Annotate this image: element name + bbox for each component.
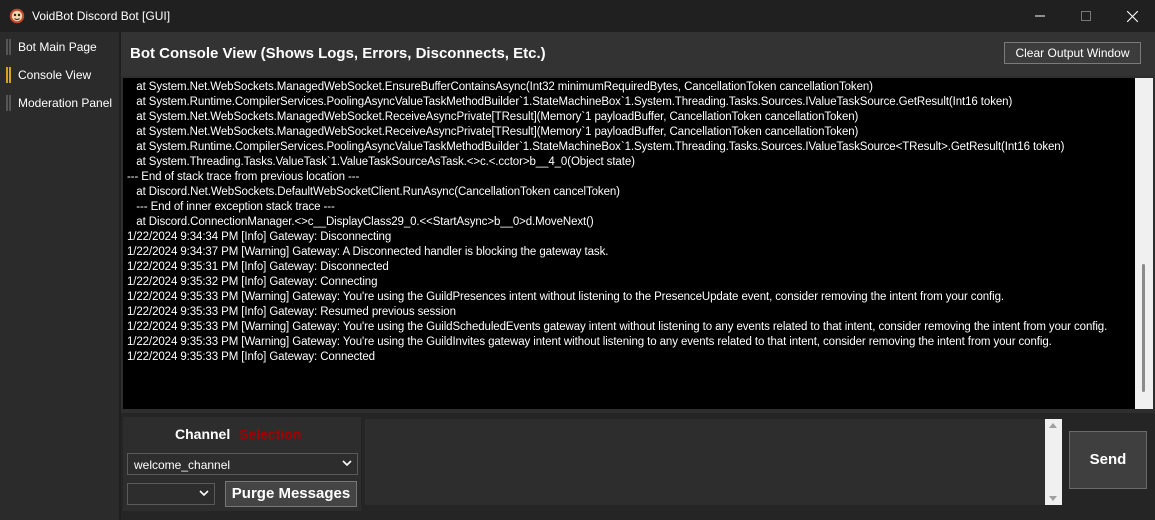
console-header: Bot Console View (Shows Logs, Errors, Di… [121,32,1155,76]
chevron-down-icon [199,490,209,497]
log-line: at System.Net.WebSockets.ManagedWebSocke… [127,126,859,138]
secondary-select[interactable] [127,483,215,505]
nav-indicator [6,67,11,83]
nav-indicator [6,39,11,55]
channel-select-value: welcome_channel [134,458,231,472]
message-input[interactable] [365,419,1062,505]
minimize-icon [1035,15,1045,17]
sidebar-item-label: Moderation Panel [18,96,113,110]
channel-select[interactable]: welcome_channel [127,453,358,475]
sidebar-item-label: Console View [18,68,92,82]
scrollbar-thumb[interactable] [1142,264,1145,392]
log-line: at System.Net.WebSockets.ManagedWebSocke… [127,81,873,93]
log-line: 1/22/2024 9:35:33 PM [Warning] Gateway: … [127,291,1004,303]
log-line: 1/22/2024 9:34:34 PM [Info] Gateway: Dis… [127,231,392,243]
log-line: 1/22/2024 9:35:33 PM [Info] Gateway: Res… [127,306,456,318]
selection-label: Selection [239,426,302,442]
log-line: at Discord.Net.WebSockets.DefaultWebSock… [127,186,620,198]
maximize-icon [1081,11,1091,21]
console-title: Bot Console View (Shows Logs, Errors, Di… [130,45,546,62]
sidebar-item-console-view[interactable]: Console View [0,62,119,88]
log-line: 1/22/2024 9:35:33 PM [Warning] Gateway: … [127,321,1108,333]
log-line: --- End of inner exception stack trace -… [127,201,335,213]
title-bar: VoidBot Discord Bot [GUI] [0,0,1155,32]
log-line: --- End of stack trace from previous loc… [127,171,360,183]
log-line: 1/22/2024 9:35:32 PM [Info] Gateway: Con… [127,276,378,288]
bottom-panel: Channel Selection welcome_channel Purge … [121,413,1155,520]
console-scrollbar[interactable] [1135,78,1153,409]
channel-panel: Channel Selection welcome_channel Purge … [123,417,361,511]
message-scrollbar[interactable] [1045,419,1062,505]
send-button[interactable]: Send [1069,431,1147,489]
main-panel: Bot Console View (Shows Logs, Errors, Di… [121,32,1155,520]
purge-messages-button[interactable]: Purge Messages [225,481,357,507]
chevron-down-icon [342,460,352,467]
log-line: at System.Runtime.CompilerServices.Pooli… [127,96,1013,108]
sidebar-item-bot-main-page[interactable]: Bot Main Page [0,34,119,60]
window-title: VoidBot Discord Bot [GUI] [32,9,171,23]
minimize-button[interactable] [1017,0,1063,32]
console-log-text: at System.Net.WebSockets.ManagedWebSocke… [127,80,1135,407]
log-line: 1/22/2024 9:34:37 PM [Warning] Gateway: … [127,246,609,258]
console-output[interactable]: at System.Net.WebSockets.ManagedWebSocke… [123,78,1153,409]
clear-output-button[interactable]: Clear Output Window [1004,42,1141,64]
sidebar-item-label: Bot Main Page [18,40,97,54]
log-line: at System.Net.WebSockets.ManagedWebSocke… [127,111,859,123]
log-line: at System.Threading.Tasks.ValueTask`1.Va… [127,156,635,168]
scroll-up-icon[interactable] [1049,423,1057,428]
log-line: at System.Runtime.CompilerServices.Pooli… [127,141,1065,153]
maximize-button[interactable] [1063,0,1109,32]
voidbot-logo-icon [9,8,25,24]
close-icon [1126,10,1138,22]
log-line: 1/22/2024 9:35:33 PM [Info] Gateway: Con… [127,351,375,363]
log-line: 1/22/2024 9:35:33 PM [Warning] Gateway: … [127,336,1052,348]
log-line: at Discord.ConnectionManager.<>c__Displa… [127,216,594,228]
sidebar-item-moderation-panel[interactable]: Moderation Panel [0,90,119,116]
nav-indicator [6,95,11,111]
log-line: 1/22/2024 9:35:31 PM [Info] Gateway: Dis… [127,261,389,273]
close-button[interactable] [1109,0,1155,32]
scroll-down-icon[interactable] [1049,496,1057,501]
sidebar: Bot Main Page Console View Moderation Pa… [0,32,119,520]
channel-label: Channel [175,426,231,442]
